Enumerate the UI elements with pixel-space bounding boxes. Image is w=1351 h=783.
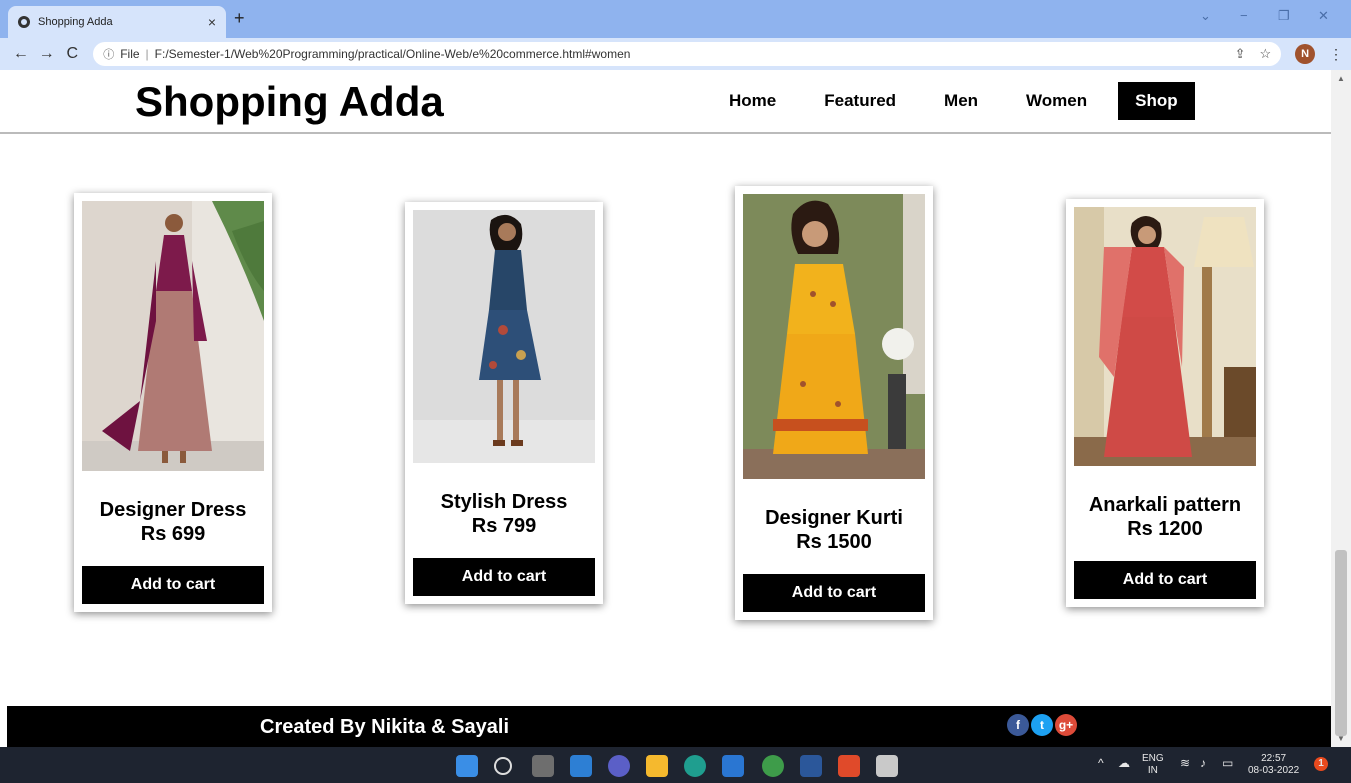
tab-search-icon[interactable]: ⌄ — [1200, 8, 1211, 24]
scroll-down-icon[interactable]: ▼ — [1337, 734, 1345, 743]
facebook-icon[interactable]: f — [1007, 714, 1029, 736]
reload-button[interactable]: C — [59, 45, 85, 63]
product-name: Designer Kurti — [765, 507, 903, 529]
language-indicator[interactable]: ENG IN — [1142, 753, 1164, 777]
product-image[interactable] — [1074, 207, 1256, 466]
product-card: Designer Kurti Rs 1500 Add to cart — [735, 186, 933, 620]
search-icon[interactable] — [494, 757, 512, 775]
info-icon[interactable]: ⓘ — [103, 46, 114, 62]
url-text[interactable]: F:/Semester-1/Web%20Programming/practica… — [155, 47, 1221, 61]
task-view-icon[interactable] — [532, 755, 554, 777]
profile-avatar[interactable]: N — [1295, 44, 1315, 64]
word-icon[interactable] — [800, 755, 822, 777]
widgets-icon[interactable] — [570, 755, 592, 777]
site-footer: Created By Nikita & Sayali f t g+ — [7, 706, 1331, 747]
globe-icon — [18, 16, 30, 28]
volume-icon[interactable]: ♪ — [1200, 757, 1206, 769]
chat-icon[interactable] — [608, 755, 630, 777]
browser-toolbar: ← → C ⓘ File | F:/Semester-1/Web%20Progr… — [0, 38, 1351, 70]
clock[interactable]: 22:57 08-03-2022 — [1248, 753, 1299, 777]
site-header: Shopping Adda Home Featured Men Women Sh… — [0, 70, 1331, 134]
edge-icon[interactable] — [684, 755, 706, 777]
battery-icon[interactable]: ▭ — [1222, 757, 1233, 769]
close-window-button[interactable]: ✕ — [1318, 8, 1329, 24]
product-name: Designer Dress — [99, 499, 247, 521]
add-to-cart-button[interactable]: Add to cart — [413, 558, 595, 596]
nav-featured[interactable]: Featured — [807, 83, 913, 119]
product-card: Stylish Dress Rs 799 Add to cart — [405, 202, 603, 604]
product-image[interactable] — [82, 201, 264, 471]
nav-men[interactable]: Men — [927, 83, 995, 119]
product-name: Stylish Dress — [440, 491, 568, 513]
nav-women[interactable]: Women — [1009, 83, 1104, 119]
address-bar[interactable]: ⓘ File | F:/Semester-1/Web%20Programming… — [93, 42, 1282, 66]
notification-badge[interactable]: 1 — [1314, 757, 1328, 771]
new-tab-button[interactable]: + — [234, 8, 245, 29]
scrollbar-thumb[interactable] — [1335, 550, 1347, 736]
add-to-cart-button[interactable]: Add to cart — [743, 574, 925, 612]
product-image[interactable] — [743, 194, 925, 479]
social-links: f t g+ — [1007, 714, 1079, 736]
back-button[interactable]: ← — [8, 45, 34, 63]
clock-time: 22:57 — [1261, 753, 1287, 764]
url-separator: | — [145, 47, 149, 61]
add-to-cart-button[interactable]: Add to cart — [1074, 561, 1256, 599]
nav-home[interactable]: Home — [712, 83, 793, 119]
tray-overflow-icon[interactable]: ^ — [1098, 757, 1104, 769]
product-image[interactable] — [413, 210, 595, 463]
windows-start-icon[interactable] — [456, 755, 478, 777]
add-to-cart-button[interactable]: Add to cart — [82, 566, 264, 604]
twitter-icon[interactable]: t — [1031, 714, 1053, 736]
language-code: ENG — [1142, 753, 1164, 764]
main-nav: Home Featured Men Women Shop — [712, 82, 1209, 120]
app-icon[interactable] — [838, 755, 860, 777]
product-card: Anarkali pattern Rs 1200 Add to cart — [1066, 199, 1264, 607]
browser-tab-strip: Shopping Adda × + ⌄ − ❐ ✕ — [0, 0, 1351, 38]
product-price: Rs 699 — [140, 523, 206, 545]
tab-close-icon[interactable]: × — [208, 14, 216, 30]
chrome-icon[interactable] — [762, 755, 784, 777]
share-icon[interactable]: ⇪ — [1235, 46, 1246, 62]
forward-button[interactable]: → — [34, 45, 60, 63]
url-scheme: File — [120, 47, 140, 61]
product-price: Rs 799 — [471, 515, 537, 537]
os-taskbar: ^ ☁ ENG IN ≋ ♪ ▭ 22:57 08-03-2022 1 — [0, 747, 1351, 783]
page-viewport: Shopping Adda Home Featured Men Women Sh… — [0, 70, 1331, 747]
product-price: Rs 1500 — [796, 531, 872, 553]
tab-title: Shopping Adda — [38, 16, 113, 28]
snipping-tool-icon[interactable] — [876, 755, 898, 777]
product-card: Designer Dress Rs 699 Add to cart — [74, 193, 272, 612]
wifi-icon[interactable]: ≋ — [1180, 757, 1190, 769]
store-icon[interactable] — [722, 755, 744, 777]
cloud-icon[interactable]: ☁ — [1118, 757, 1130, 769]
product-name: Anarkali pattern — [1088, 494, 1242, 516]
scroll-up-icon[interactable]: ▲ — [1337, 74, 1345, 83]
minimize-button[interactable]: − — [1240, 8, 1248, 23]
page-scrollbar[interactable]: ▲ ▼ — [1331, 70, 1351, 747]
google-plus-icon[interactable]: g+ — [1055, 714, 1077, 736]
footer-credit: Created By Nikita & Sayali — [260, 716, 509, 738]
bookmark-star-icon[interactable]: ☆ — [1260, 46, 1272, 62]
region-code: IN — [1147, 765, 1158, 776]
site-logo[interactable]: Shopping Adda — [135, 78, 444, 126]
browser-tab[interactable]: Shopping Adda × — [8, 6, 226, 38]
restore-button[interactable]: ❐ — [1278, 8, 1290, 24]
clock-date: 08-03-2022 — [1248, 765, 1300, 776]
nav-shop[interactable]: Shop — [1118, 82, 1195, 120]
product-price: Rs 1200 — [1127, 518, 1203, 540]
browser-menu-icon[interactable]: ⋮ — [1329, 46, 1343, 63]
file-explorer-icon[interactable] — [646, 755, 668, 777]
